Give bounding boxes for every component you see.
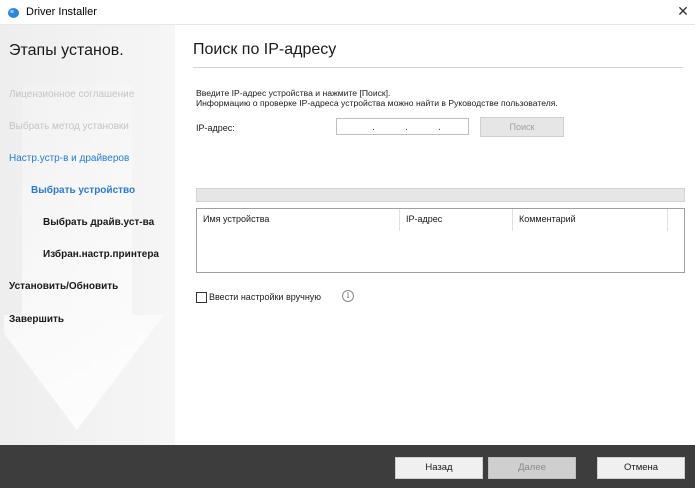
column-header-comment[interactable]: Комментарий: [513, 209, 668, 231]
column-header-ip-address[interactable]: IP-адрес: [400, 209, 513, 231]
instruction-line-2: Информацию о проверке IP-адреса устройст…: [196, 98, 558, 108]
title-bar: Driver Installer ✕: [0, 0, 695, 25]
window-title: Driver Installer: [26, 6, 97, 18]
step-license-agreement: Лицензионное соглашение: [9, 89, 135, 100]
step-select-driver: Выбрать драйв.уст-ва: [43, 217, 155, 228]
device-list-table[interactable]: Имя устройства IP-адрес Комментарий: [196, 208, 685, 273]
next-button[interactable]: Далее: [488, 457, 576, 479]
step-install-update: Установить/Обновить: [9, 281, 119, 292]
search-progress-bar: [196, 188, 685, 202]
sidebar-title: Этапы установ.: [9, 42, 124, 59]
step-finish: Завершить: [9, 314, 65, 325]
step-device-driver-setup: Настр.устр-в и драйверов: [9, 153, 130, 164]
close-button[interactable]: ✕: [671, 0, 695, 24]
app-droplet-icon: [8, 8, 19, 18]
ip-octet-separator: .: [405, 123, 408, 133]
search-button[interactable]: Поиск: [480, 117, 564, 137]
title-divider: [193, 67, 683, 68]
back-button[interactable]: Назад: [395, 457, 483, 479]
cancel-button[interactable]: Отмена: [597, 457, 685, 479]
ip-address-input[interactable]: . . .: [336, 118, 469, 135]
ip-octet-separator: .: [438, 123, 441, 133]
column-header-device-name[interactable]: Имя устройства: [197, 209, 400, 231]
ip-address-label: IP-адрес:: [196, 123, 235, 133]
steps-sidebar: Этапы установ. Лицензионное соглашение В…: [0, 25, 175, 445]
instruction-line-1: Введите IP-адрес устройства и нажмите [П…: [196, 88, 391, 98]
manual-settings-label[interactable]: Ввести настройки вручную: [209, 292, 321, 302]
manual-settings-checkbox[interactable]: [196, 292, 207, 303]
ip-octet-separator: .: [372, 123, 375, 133]
step-select-device: Выбрать устройство: [31, 185, 136, 196]
progress-arrow-graphic: [4, 85, 164, 430]
step-printer-settings: Избран.настр.принтера: [43, 249, 159, 260]
step-install-method: Выбрать метод установки: [9, 121, 129, 132]
footer-bar: [0, 445, 695, 488]
page-title: Поиск по IP-адресу: [193, 41, 337, 58]
info-icon[interactable]: i: [342, 290, 354, 302]
